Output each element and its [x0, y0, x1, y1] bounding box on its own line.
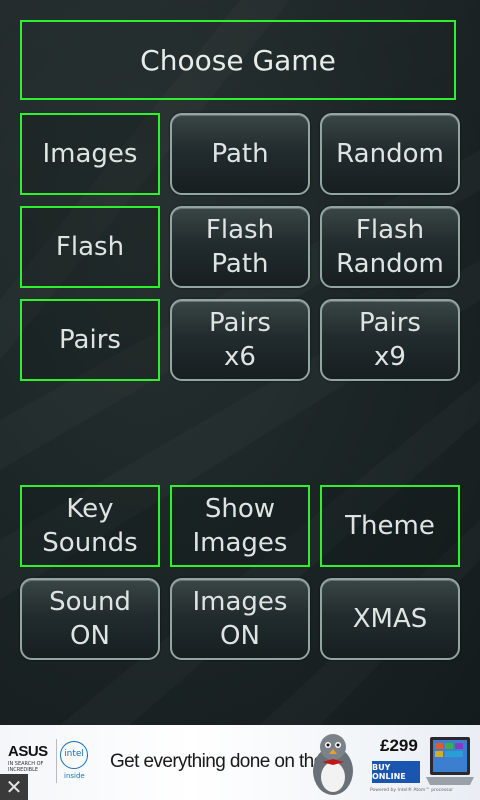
xmas-theme-button[interactable]: XMAS — [320, 578, 460, 660]
mode-path-button[interactable]: Path — [170, 113, 310, 195]
mode-pairs-button[interactable]: Pairs — [20, 299, 160, 381]
buy-online-button[interactable]: BUY ONLINE — [372, 761, 420, 783]
intel-inside-label: inside — [64, 772, 85, 780]
ad-price: £299 — [380, 736, 418, 755]
theme-button[interactable]: Theme — [320, 485, 460, 567]
mode-flash-path-button[interactable]: Flash Path — [170, 206, 310, 288]
mode-flash-random-button[interactable]: Flash Random — [320, 206, 460, 288]
asus-tagline: IN SEARCH OF INCREDIBLE — [8, 761, 44, 773]
close-ad-icon[interactable]: ✕ — [0, 774, 28, 800]
asus-logo: ASUS IN SEARCH OF INCREDIBLE — [8, 743, 54, 773]
mode-pairs-x9-button[interactable]: Pairs x9 — [320, 299, 460, 381]
images-toggle-button[interactable]: Images ON — [170, 578, 310, 660]
laptop-icon — [426, 737, 474, 785]
mode-flash-button[interactable]: Flash — [20, 206, 160, 288]
intel-logo: intel — [60, 741, 88, 769]
sound-toggle-button[interactable]: Sound ON — [20, 578, 160, 660]
show-images-button[interactable]: Show Images — [170, 485, 310, 567]
choose-game-title: Choose Game — [20, 20, 456, 100]
key-sounds-button[interactable]: Key Sounds — [20, 485, 160, 567]
ad-banner[interactable]: ASUS IN SEARCH OF INCREDIBLE intel insid… — [0, 725, 480, 800]
asus-brand: ASUS — [8, 743, 48, 760]
ad-divider — [56, 739, 57, 783]
mode-pairs-x6-button[interactable]: Pairs x6 — [170, 299, 310, 381]
mode-random-button[interactable]: Random — [320, 113, 460, 195]
mode-images-button[interactable]: Images — [20, 113, 160, 195]
bird-mascot-icon — [313, 734, 353, 795]
choose-game-screen: Choose Game Images Path Random Flash Fla… — [0, 0, 480, 725]
